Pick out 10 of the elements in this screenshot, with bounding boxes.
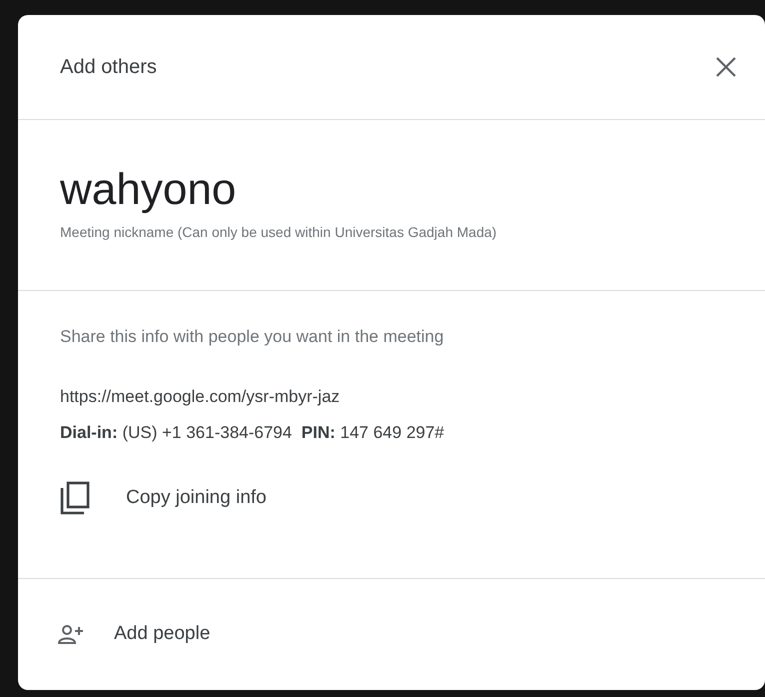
share-hint: Share this info with people you want in the meeting xyxy=(60,327,445,347)
copy-icon[interactable] xyxy=(60,481,90,515)
add-person-icon[interactable] xyxy=(58,624,84,644)
dialog-title: Add others xyxy=(60,56,157,78)
meeting-nickname: wahyono xyxy=(60,164,238,216)
add-people-button[interactable]: Add people xyxy=(114,623,210,645)
copy-joining-info-button[interactable]: Copy joining info xyxy=(126,487,266,509)
nickname-note: Meeting nickname (Can only be used within Universitas Gadjah Mada) xyxy=(60,224,498,240)
dial-in-info: Dial-in: (US) +1 361-384-6794 PIN: 147 649 297# xyxy=(60,423,446,443)
close-icon[interactable] xyxy=(715,56,737,78)
